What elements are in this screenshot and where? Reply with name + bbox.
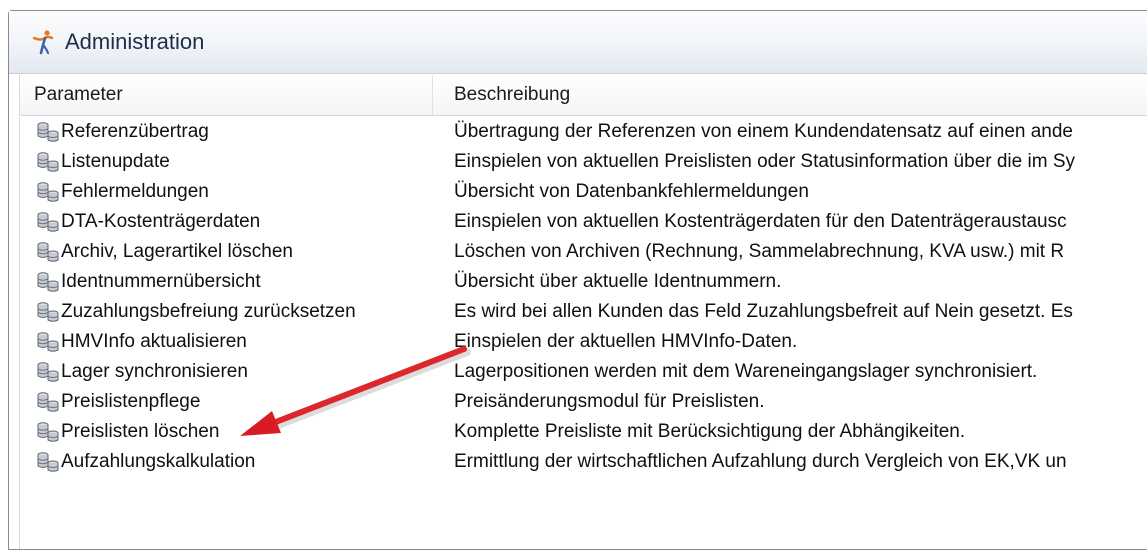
database-icon (37, 242, 59, 262)
database-icon (37, 272, 59, 292)
parameter-description: Einspielen von aktuellen Kostenträgerdat… (454, 211, 1067, 232)
list-item[interactable]: Zuzahlungsbefreiung zurücksetzen Es wird … (20, 297, 1147, 327)
parameter-description: Preisänderungsmodul für Preislisten. (454, 391, 765, 412)
column-header-parameter[interactable]: Parameter (20, 75, 433, 115)
window-title: Administration (65, 29, 205, 54)
parameter-description: Übersicht über aktuelle Identnummern. (454, 271, 782, 292)
parameter-name: Listenupdate (61, 151, 170, 172)
parameter-description: Einspielen von aktuellen Preislisten ode… (454, 151, 1075, 172)
database-icon (37, 422, 59, 442)
list-item[interactable]: Preislisten löschen Komplette Preisliste … (20, 417, 1147, 447)
list-item[interactable]: Listenupdate Einspielen von aktuellen Pre… (20, 147, 1147, 177)
database-icon (37, 362, 59, 382)
column-header-description[interactable]: Beschreibung (433, 75, 1147, 115)
database-icon (37, 302, 59, 322)
database-icon (37, 392, 59, 412)
parameter-name: Zuzahlungsbefreiung zurücksetzen (61, 301, 356, 322)
list-header: Parameter Beschreibung (19, 75, 1147, 116)
parameter-name: Preislisten löschen (61, 421, 220, 442)
parameter-list: Referenzübertrag Übertragung der Referenz… (19, 117, 1147, 549)
parameter-name: HMVInfo aktualisieren (61, 331, 247, 352)
administration-figure-icon (32, 30, 54, 55)
list-item[interactable]: Aufzahlungskalkulation Ermittlung der wir… (20, 447, 1147, 477)
parameter-description: Einspielen der aktuellen HMVInfo-Daten. (454, 331, 798, 352)
list-item[interactable]: Lager synchronisieren Lagerpositionen wer… (20, 357, 1147, 387)
list-item[interactable]: HMVInfo aktualisieren Einspielen der aktu… (20, 327, 1147, 357)
database-icon (37, 452, 59, 472)
parameter-description: Löschen von Archiven (Rechnung, Sammelab… (454, 241, 1065, 262)
list-item[interactable]: Fehlermeldungen Übersicht von Datenbankfe… (20, 177, 1147, 207)
title-bar: Administration (9, 11, 1147, 74)
database-icon (37, 332, 59, 352)
parameter-name: Referenzübertrag (61, 121, 209, 142)
administration-window: Administration Parameter Beschreibung Re… (8, 10, 1147, 550)
database-icon (37, 182, 59, 202)
parameter-name: Archiv, Lagerartikel löschen (61, 241, 293, 262)
parameter-name: DTA-Kostenträgerdaten (61, 211, 261, 232)
list-item[interactable]: DTA-Kostenträgerdaten Einspielen von aktu… (20, 207, 1147, 237)
parameter-name: Identnummernübersicht (61, 271, 261, 292)
parameter-description: Komplette Preisliste mit Berücksichtigun… (454, 421, 966, 442)
parameter-description: Ermittlung der wirtschaftlichen Aufzahlu… (454, 451, 1067, 472)
parameter-description: Übersicht von Datenbankfehlermeldungen (454, 181, 809, 202)
parameter-name: Lager synchronisieren (61, 361, 248, 382)
database-icon (37, 122, 59, 142)
list-item[interactable]: Archiv, Lagerartikel löschen Löschen von … (20, 237, 1147, 267)
parameter-name: Preislistenpflege (61, 391, 201, 412)
parameter-description: Lagerpositionen werden mit dem Wareneing… (454, 361, 1038, 382)
list-item[interactable]: Identnummernübersicht Übersicht über aktu… (20, 267, 1147, 297)
list-item[interactable]: Referenzübertrag Übertragung der Referenz… (20, 117, 1147, 147)
parameter-name: Aufzahlungskalkulation (61, 451, 256, 472)
parameter-description: Es wird bei allen Kunden das Feld Zuzahl… (454, 301, 1073, 322)
database-icon (37, 152, 59, 172)
parameter-description: Übertragung der Referenzen von einem Kun… (454, 121, 1073, 142)
parameter-name: Fehlermeldungen (61, 181, 209, 202)
list-item[interactable]: Preislistenpflege Preisänderungsmodul für… (20, 387, 1147, 417)
database-icon (37, 212, 59, 232)
